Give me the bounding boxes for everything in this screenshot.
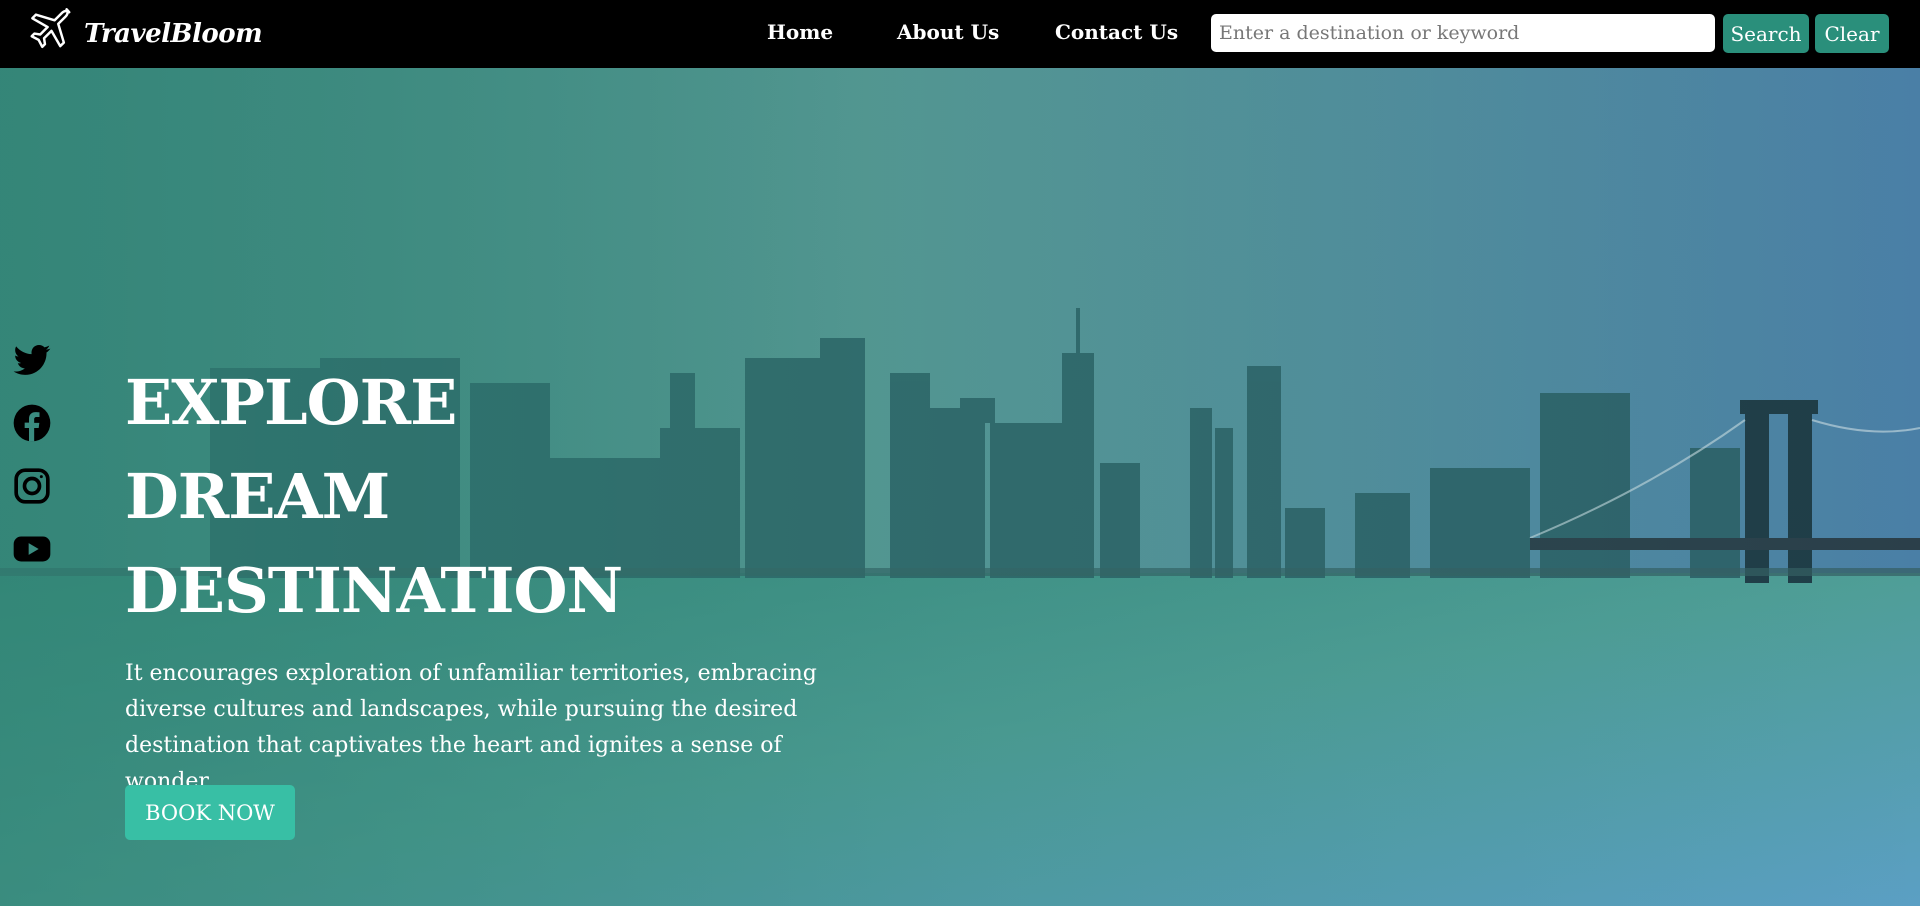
search-input[interactable] bbox=[1211, 14, 1715, 52]
airplane-icon bbox=[22, 5, 76, 63]
facebook-icon[interactable] bbox=[12, 403, 52, 443]
instagram-icon[interactable] bbox=[12, 466, 52, 506]
hero-title: EXPLORE DREAM DESTINATION bbox=[125, 356, 623, 638]
hero-description: It encourages exploration of unfamiliar … bbox=[125, 661, 817, 794]
navbar: TravelBloom Home About Us Contact Us Sea… bbox=[0, 0, 1920, 68]
book-now-button[interactable]: BOOK NOW bbox=[125, 785, 295, 840]
twitter-icon[interactable] bbox=[12, 340, 52, 380]
hero-title-line: DREAM bbox=[125, 460, 390, 533]
clear-button[interactable]: Clear bbox=[1815, 14, 1889, 53]
hero-section: EXPLORE DREAM DESTINATION It encourages … bbox=[0, 68, 1920, 906]
nav-home-link[interactable]: Home bbox=[767, 20, 833, 44]
youtube-icon[interactable] bbox=[12, 529, 52, 569]
search-button[interactable]: Search bbox=[1723, 14, 1809, 53]
brand-logo[interactable]: TravelBloom bbox=[22, 5, 263, 63]
nav-contact-link[interactable]: Contact Us bbox=[1055, 20, 1178, 44]
brand-name: TravelBloom bbox=[84, 19, 263, 49]
hero-title-line: EXPLORE bbox=[125, 366, 457, 439]
hero-title-line: DESTINATION bbox=[125, 554, 623, 627]
nav-about-link[interactable]: About Us bbox=[897, 20, 999, 44]
